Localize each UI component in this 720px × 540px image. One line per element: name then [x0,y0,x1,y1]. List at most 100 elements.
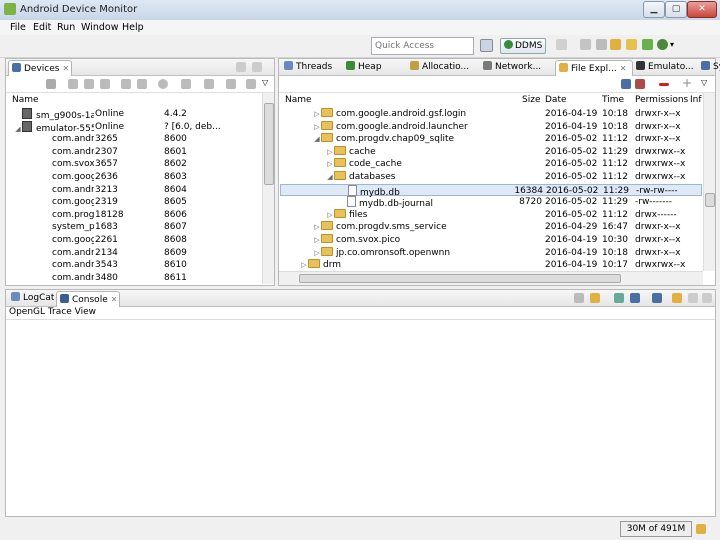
tab-devices[interactable]: Devices ✕ [8,60,72,76]
update-heap-icon[interactable] [68,79,78,89]
menu-window[interactable]: Window [81,22,118,33]
expand-arrow-icon[interactable]: ▷ [300,259,308,271]
device-row[interactable]: ◢ emulator-555 Online? [6.0, deb... [6,120,262,134]
file-row[interactable]: ▷ files 2016-05-02 11:12 drwx------ [280,208,702,222]
expand-arrow-icon[interactable]: ◢ [326,171,334,184]
file-explorer-hscroll[interactable] [279,271,703,285]
heap-status[interactable]: 30M of 491M [620,521,692,537]
chevron-down-icon[interactable]: ▾ [670,39,681,50]
maximize-view-icon[interactable] [702,293,712,303]
open-perspective-icon[interactable] [480,39,493,52]
device-row[interactable]: com.goog 2261 8608 [6,234,262,247]
push-file-icon[interactable] [635,79,645,89]
column-time[interactable]: Time [602,95,624,105]
device-row[interactable]: com.andr 2134 8609 [6,247,262,260]
quick-access-input[interactable] [371,37,474,55]
expand-arrow-icon[interactable]: ▷ [326,209,334,222]
column-size[interactable]: Size [522,95,540,105]
menu-edit[interactable]: Edit [33,22,51,33]
expand-arrow-icon[interactable]: ▷ [313,234,321,247]
expand-arrow-icon[interactable]: ▷ [313,108,321,121]
column-name[interactable]: Name [285,95,312,105]
tab-system-i[interactable]: System I... [698,60,720,75]
capture-system-wide-trace-icon[interactable] [657,39,668,50]
ui-automator-icon[interactable] [246,79,256,89]
scroll-lock-icon[interactable] [590,293,600,303]
device-row[interactable]: com.andr 3265 8600 [6,133,262,146]
tab-file-expl[interactable]: File Expl... ✕ [555,60,633,76]
close-icon[interactable]: ✕ [111,295,118,304]
file-explorer-vscroll[interactable] [703,93,715,271]
column-permissions[interactable]: Permissions [635,95,688,105]
file-row[interactable]: mydb.db 16384 2016-05-02 11:29 -rw-rw---- [280,183,702,198]
pull-file-icon[interactable] [621,79,631,89]
dump-hprof-icon[interactable] [596,39,607,50]
delete-icon[interactable] [659,83,669,86]
file-row[interactable]: ▷ com.google.android.launcher 2016-04-19 10… [280,120,702,134]
cause-gc-icon[interactable] [610,39,621,50]
devices-scrollbar[interactable] [262,93,274,284]
screen-capture-icon[interactable] [181,79,191,89]
close-button[interactable]: ✕ [687,1,717,18]
update-threads-icon[interactable] [626,39,637,50]
close-icon[interactable]: ✕ [62,64,69,73]
systrace-icon[interactable] [204,79,214,89]
file-row[interactable]: ▷ code_cache 2016-05-02 11:12 drwxrwx--x [280,158,702,171]
expand-arrow-icon[interactable]: ▷ [313,221,321,234]
tab-allocatio[interactable]: Allocatio... [407,60,478,75]
view-menu-icon[interactable]: ▽ [262,78,272,88]
expand-arrow-icon[interactable]: ▷ [313,247,321,260]
device-row[interactable]: com.goog 2636 8603 [6,171,262,184]
run-gc-icon[interactable] [696,524,706,534]
new-console-icon[interactable] [672,293,682,303]
expand-arrow-icon[interactable]: ▷ [326,158,334,171]
tab-console[interactable]: Console ✕ [56,291,120,307]
device-row[interactable]: com.svox. 3657 8602 [6,158,262,171]
dump-view-hierarchy-icon[interactable] [226,79,236,89]
column-info[interactable]: Inf [690,95,702,105]
file-row[interactable]: ◢ com.progdv.chap09_sqlite 2016-05-02 11:12… [280,133,702,146]
file-row[interactable]: ▷ com.progdv.sms_service 2016-04-29 16:47 dr… [280,221,702,234]
expand-arrow-icon[interactable]: ◢ [313,133,321,146]
tab-network[interactable]: Network... [480,60,553,75]
device-row[interactable]: com.andr 3543 8610 [6,259,262,272]
file-row[interactable]: ▷ jp.co.omronsoft.openwnn 2016-04-19 10:18 d… [280,246,702,260]
tab-emulato[interactable]: Emulato... [633,60,696,75]
device-row[interactable]: com.andr 3480 8611 [6,272,262,285]
start-method-profiling-icon[interactable] [642,39,653,50]
file-explorer-hthumb[interactable] [299,274,621,283]
open-console-icon[interactable] [652,293,662,303]
maximize-button[interactable]: ▢ [665,1,687,18]
update-heap-icon[interactable] [580,39,591,50]
minimize-button[interactable]: ▁ [643,1,665,18]
device-row[interactable]: com.goog 2319 8605 [6,196,262,209]
expand-arrow-icon[interactable]: ▷ [313,121,321,134]
device-row[interactable]: com.progr 18128 8606 [6,209,262,222]
new-folder-icon[interactable]: + [682,77,692,89]
file-row[interactable]: ▷ com.svox.pico 2016-04-19 10:30 drwxr-x--x [280,234,702,247]
debug-icon[interactable] [46,79,56,89]
debug-process-icon[interactable] [556,39,567,50]
device-row[interactable]: com.andr 3213 8604 [6,184,262,197]
file-explorer-vthumb[interactable] [705,193,715,207]
pin-console-icon[interactable] [614,293,624,303]
profiling-icon[interactable] [137,79,147,89]
view-menu-icon[interactable]: ▽ [701,78,711,88]
clear-console-icon[interactable] [574,293,584,303]
devices-scroll-thumb[interactable] [264,103,274,185]
tab-heap[interactable]: Heap [343,60,405,75]
display-console-icon[interactable] [630,293,640,303]
menu-file[interactable]: File [10,22,26,33]
maximize-view-icon[interactable] [252,62,262,72]
console-output[interactable] [6,319,715,516]
ddms-perspective-button[interactable]: DDMS [500,38,546,54]
file-row[interactable]: mydb.db-journal 8720 2016-05-02 11:29 -rw---… [280,196,702,209]
column-date[interactable]: Date [545,95,567,105]
device-row[interactable]: com.andr 2307 8601 [6,146,262,159]
close-icon[interactable]: ✕ [620,64,627,73]
stop-process-icon[interactable] [158,79,168,89]
tab-logcat[interactable]: LogCat [8,291,54,306]
minimize-view-icon[interactable] [236,62,246,72]
menu-run[interactable]: Run [57,22,75,33]
gc-icon[interactable] [100,79,110,89]
